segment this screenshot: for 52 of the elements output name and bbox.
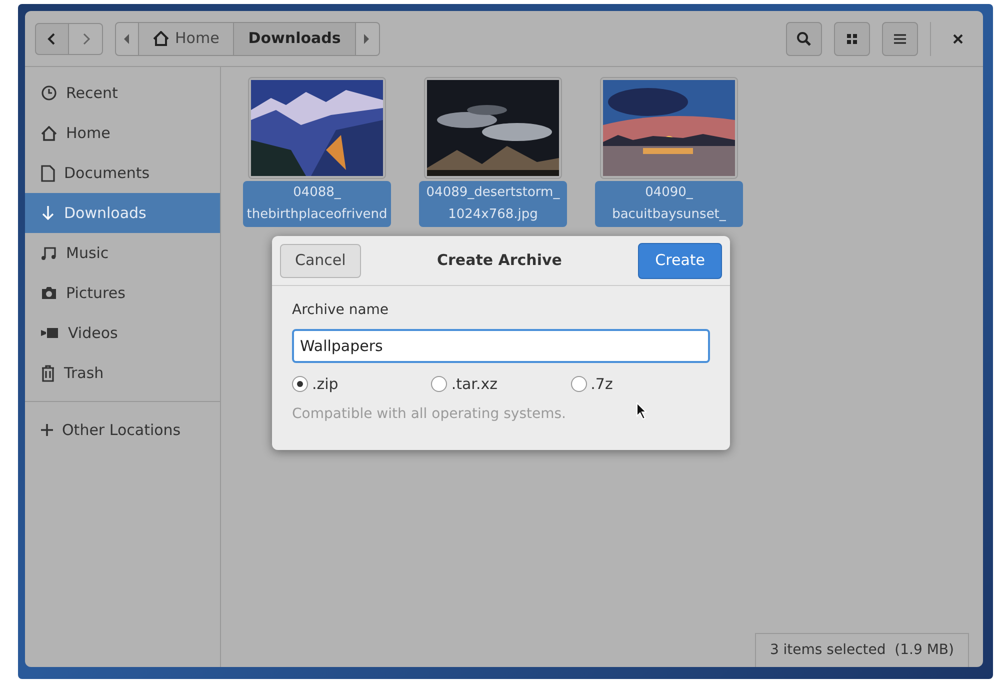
create-button[interactable]: Create	[638, 242, 722, 278]
menu-button[interactable]	[882, 22, 918, 56]
sidebar-item[interactable]: Trash	[25, 353, 220, 393]
radio-option[interactable]: .zip	[292, 373, 432, 396]
scroll-left-button[interactable]	[115, 22, 139, 56]
forward-icon	[80, 32, 90, 46]
hint-text: Compatible with all operating systems.	[292, 404, 566, 424]
close-icon	[953, 34, 963, 44]
grid-icon	[847, 34, 857, 44]
plus-icon	[41, 424, 53, 436]
video-camera-icon	[41, 327, 59, 339]
radio-button[interactable]	[431, 376, 448, 392]
radio-button[interactable]	[570, 376, 587, 392]
radio-button[interactable]	[292, 376, 308, 392]
status-bar: 3 items selected (1.9 MB)	[754, 633, 969, 667]
sidebar-item[interactable]: Music	[25, 233, 220, 273]
back-button[interactable]	[35, 22, 69, 54]
field-label: Archive name	[292, 301, 390, 320]
sidebar-item[interactable]: Home	[25, 113, 220, 153]
search-icon	[796, 30, 812, 46]
breadcrumb-button[interactable]: Downloads	[234, 22, 356, 56]
view-toggle-button[interactable]	[834, 22, 870, 56]
home-icon	[41, 126, 57, 140]
left-arrow-icon	[124, 34, 130, 44]
camera-icon	[41, 286, 57, 300]
file-name[interactable]: 04089_desertstorm_ 1024x768.jpg	[419, 181, 567, 227]
music-icon	[41, 245, 57, 261]
scroll-right-button[interactable]	[356, 22, 380, 56]
home-icon	[153, 31, 169, 46]
back-icon	[47, 32, 57, 46]
search-button[interactable]	[786, 22, 822, 56]
sidebar-item[interactable]: Recent	[25, 73, 220, 113]
clock-icon	[41, 85, 57, 101]
trash-icon	[41, 364, 55, 382]
document-icon	[41, 164, 55, 182]
file-name[interactable]: 04088_ thebirthplaceofrivend	[243, 181, 391, 227]
file-name[interactable]: 04090_ bacuitbaysunset_	[595, 181, 743, 227]
sidebar-item[interactable]: Pictures	[25, 273, 220, 313]
archive-name-field[interactable]: Wallpapers	[292, 329, 710, 363]
download-icon	[41, 205, 55, 221]
menu-icon	[894, 34, 906, 44]
dialog-title: Create Archive	[436, 250, 563, 272]
cancel-button[interactable]: Cancel	[280, 244, 361, 278]
radio-option[interactable]: .tar.xz	[431, 373, 571, 396]
radio-option[interactable]: .7z	[570, 373, 710, 396]
sidebar-item[interactable]: Other Locations	[25, 410, 220, 450]
right-arrow-icon	[364, 34, 370, 44]
sidebar-item[interactable]: Videos	[25, 313, 220, 353]
mouse-pointer-icon	[636, 402, 648, 420]
sidebar-item[interactable]: Documents	[25, 153, 220, 193]
sidebar-item[interactable]: Downloads	[25, 193, 220, 233]
breadcrumb-button[interactable]: Home	[139, 22, 234, 56]
